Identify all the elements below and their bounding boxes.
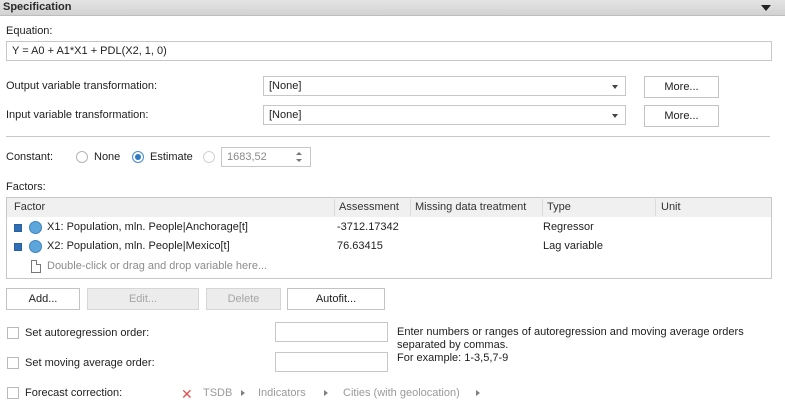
- input-transform-value: [None]: [269, 109, 302, 121]
- moving-average-order-input[interactable]: [275, 352, 388, 372]
- constant-estimate-label[interactable]: Estimate: [150, 151, 193, 163]
- spin-down-icon[interactable]: [296, 159, 302, 162]
- column-header-unit[interactable]: Unit: [661, 201, 681, 213]
- row-checkbox[interactable]: [14, 224, 22, 232]
- column-header-assessment[interactable]: Assessment: [339, 201, 399, 213]
- equation-label: Equation:: [6, 25, 53, 37]
- dropdown-arrow-icon: [612, 114, 618, 118]
- assessment-value: -3712.17342: [337, 221, 399, 233]
- autoregression-checkbox[interactable]: [7, 327, 19, 339]
- order-hint-line: For example: 1-3,5,7-9: [397, 352, 509, 364]
- constant-none-radio[interactable]: [76, 151, 88, 163]
- constant-value-radio[interactable]: [203, 151, 215, 163]
- column-divider[interactable]: [334, 199, 335, 216]
- document-icon: [31, 260, 41, 273]
- breadcrumb-arrow-icon: [324, 390, 328, 396]
- constant-none-label[interactable]: None: [94, 151, 120, 163]
- breadcrumb-item[interactable]: TSDB: [203, 387, 232, 399]
- edit-button[interactable]: Edit...: [87, 288, 199, 310]
- factors-table[interactable]: Factor Assessment Missing data treatment…: [6, 197, 772, 279]
- assessment-value: 76.63415: [337, 240, 383, 252]
- add-variable-row[interactable]: Double-click or drag and drop variable h…: [7, 257, 771, 276]
- spin-up-icon[interactable]: [296, 152, 302, 155]
- variable-circle-icon: [29, 221, 42, 234]
- column-divider[interactable]: [410, 199, 411, 216]
- table-header: Factor Assessment Missing data treatment…: [7, 198, 771, 217]
- type-value: Lag variable: [543, 240, 603, 252]
- collapse-arrow-icon[interactable]: [761, 5, 771, 11]
- delete-button[interactable]: Delete: [206, 288, 281, 310]
- breadcrumb-arrow-icon: [476, 390, 480, 396]
- column-divider[interactable]: [542, 199, 543, 216]
- clear-x-icon[interactable]: ✕: [181, 387, 193, 401]
- add-variable-placeholder: Double-click or drag and drop variable h…: [47, 260, 268, 272]
- factor-name: X2: Population, mln. People|Mexico[t]: [47, 240, 230, 252]
- column-header-missing-data[interactable]: Missing data treatment: [415, 201, 526, 213]
- factors-label: Factors:: [6, 181, 46, 193]
- moving-average-label[interactable]: Set moving average order:: [25, 357, 155, 369]
- forecast-correction-checkbox[interactable]: [7, 387, 19, 399]
- output-transform-select[interactable]: [None]: [263, 76, 626, 96]
- section-title: Specification: [3, 1, 72, 13]
- row-checkbox[interactable]: [14, 243, 22, 251]
- constant-label: Constant:: [6, 151, 54, 163]
- breadcrumb-item[interactable]: Indicators: [258, 387, 306, 399]
- equation-field[interactable]: Y = A0 + A1*X1 + PDL(X2, 1, 0): [6, 41, 772, 61]
- column-header-type[interactable]: Type: [547, 201, 571, 213]
- factor-name: X1: Population, mln. People|Anchorage[t]: [47, 221, 248, 233]
- breadcrumb-item[interactable]: Cities (with geolocation): [343, 387, 460, 399]
- order-hint-line: separated by commas.: [397, 339, 509, 351]
- output-transform-value: [None]: [269, 80, 302, 92]
- variable-circle-icon: [29, 240, 42, 253]
- column-header-factor[interactable]: Factor: [14, 201, 45, 213]
- dropdown-arrow-icon: [612, 85, 618, 89]
- constant-value-spinner[interactable]: 1683,52: [221, 147, 311, 167]
- forecast-correction-label[interactable]: Forecast correction:: [25, 387, 122, 399]
- specification-header[interactable]: Specification: [0, 0, 785, 16]
- add-button[interactable]: Add...: [6, 288, 80, 310]
- order-hint-line: Enter numbers or ranges of autoregressio…: [397, 326, 744, 338]
- breadcrumb-arrow-icon: [241, 390, 245, 396]
- output-transform-label: Output variable transformation:: [6, 80, 158, 92]
- table-row[interactable]: X2: Population, mln. People|Mexico[t] 76…: [7, 237, 771, 256]
- input-transform-select[interactable]: [None]: [263, 105, 626, 125]
- input-transform-more-button[interactable]: More...: [644, 105, 719, 127]
- input-transform-label: Input variable transformation:: [6, 109, 149, 121]
- constant-estimate-radio[interactable]: [132, 151, 144, 163]
- column-divider[interactable]: [655, 199, 656, 216]
- constant-value: 1683,52: [227, 151, 267, 163]
- order-hint: Enter numbers or ranges of autoregressio…: [397, 326, 744, 365]
- autoregression-label[interactable]: Set autoregression order:: [25, 327, 149, 339]
- autofit-button[interactable]: Autofit...: [287, 288, 385, 310]
- moving-average-checkbox[interactable]: [7, 357, 19, 369]
- output-transform-more-button[interactable]: More...: [644, 76, 719, 98]
- divider: [6, 136, 770, 137]
- autoregression-order-input[interactable]: [275, 322, 388, 342]
- table-row[interactable]: X1: Population, mln. People|Anchorage[t]…: [7, 218, 771, 237]
- type-value: Regressor: [543, 221, 594, 233]
